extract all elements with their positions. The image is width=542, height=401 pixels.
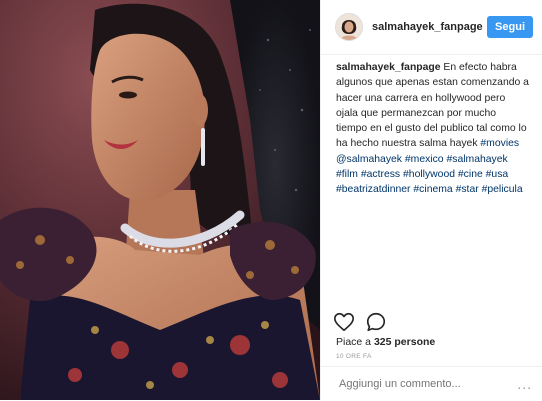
comment-input[interactable] (337, 377, 518, 391)
heart-icon[interactable] (333, 311, 355, 333)
post-photo-art (0, 0, 320, 400)
caption-tag[interactable]: #cine (458, 169, 483, 180)
caption-tag[interactable]: #movies (480, 138, 519, 149)
caption-tag[interactable]: #hollywood (403, 169, 455, 180)
post-timestamp: 10 ORE FA (336, 353, 372, 360)
caption-tag[interactable]: #salmahayek (446, 154, 507, 165)
likes-prefix: Piace a (336, 336, 374, 348)
caption-tag[interactable]: #mexico (405, 154, 444, 165)
post-username[interactable]: salmahayek_fanpage (372, 21, 487, 33)
post-side-panel: salmahayek_fanpage Segui salmahayek_fanp… (320, 0, 542, 400)
caption-tag[interactable]: #usa (486, 169, 509, 180)
caption-tag[interactable]: #actress (361, 169, 400, 180)
caption-username[interactable]: salmahayek_fanpage (336, 62, 441, 73)
post-header: salmahayek_fanpage Segui (321, 0, 542, 55)
comment-bar: ... (321, 366, 542, 401)
likes-number[interactable]: 325 persone (374, 336, 435, 348)
follow-button[interactable]: Segui (487, 16, 533, 38)
post-photo[interactable] (0, 0, 320, 400)
caption-tag[interactable]: @salmahayek (336, 154, 402, 165)
post-actions (333, 311, 387, 333)
caption-tag[interactable]: #star (456, 184, 479, 195)
caption-text: En efecto habra algunos que apenas estan… (336, 62, 529, 150)
caption-tag[interactable]: #pelicula (482, 184, 523, 195)
more-options-icon[interactable]: ... (517, 376, 532, 392)
caption-tag[interactable]: #beatrizatdinner (336, 184, 411, 195)
comment-icon[interactable] (365, 311, 387, 333)
avatar-image (336, 14, 362, 40)
caption-tag[interactable]: #film (336, 169, 358, 180)
likes-count[interactable]: Piace a 325 persone (336, 336, 435, 348)
caption-tag[interactable]: #cinema (413, 184, 452, 195)
avatar[interactable] (335, 13, 363, 41)
post-caption: salmahayek_fanpage En efecto habra algun… (321, 55, 542, 198)
